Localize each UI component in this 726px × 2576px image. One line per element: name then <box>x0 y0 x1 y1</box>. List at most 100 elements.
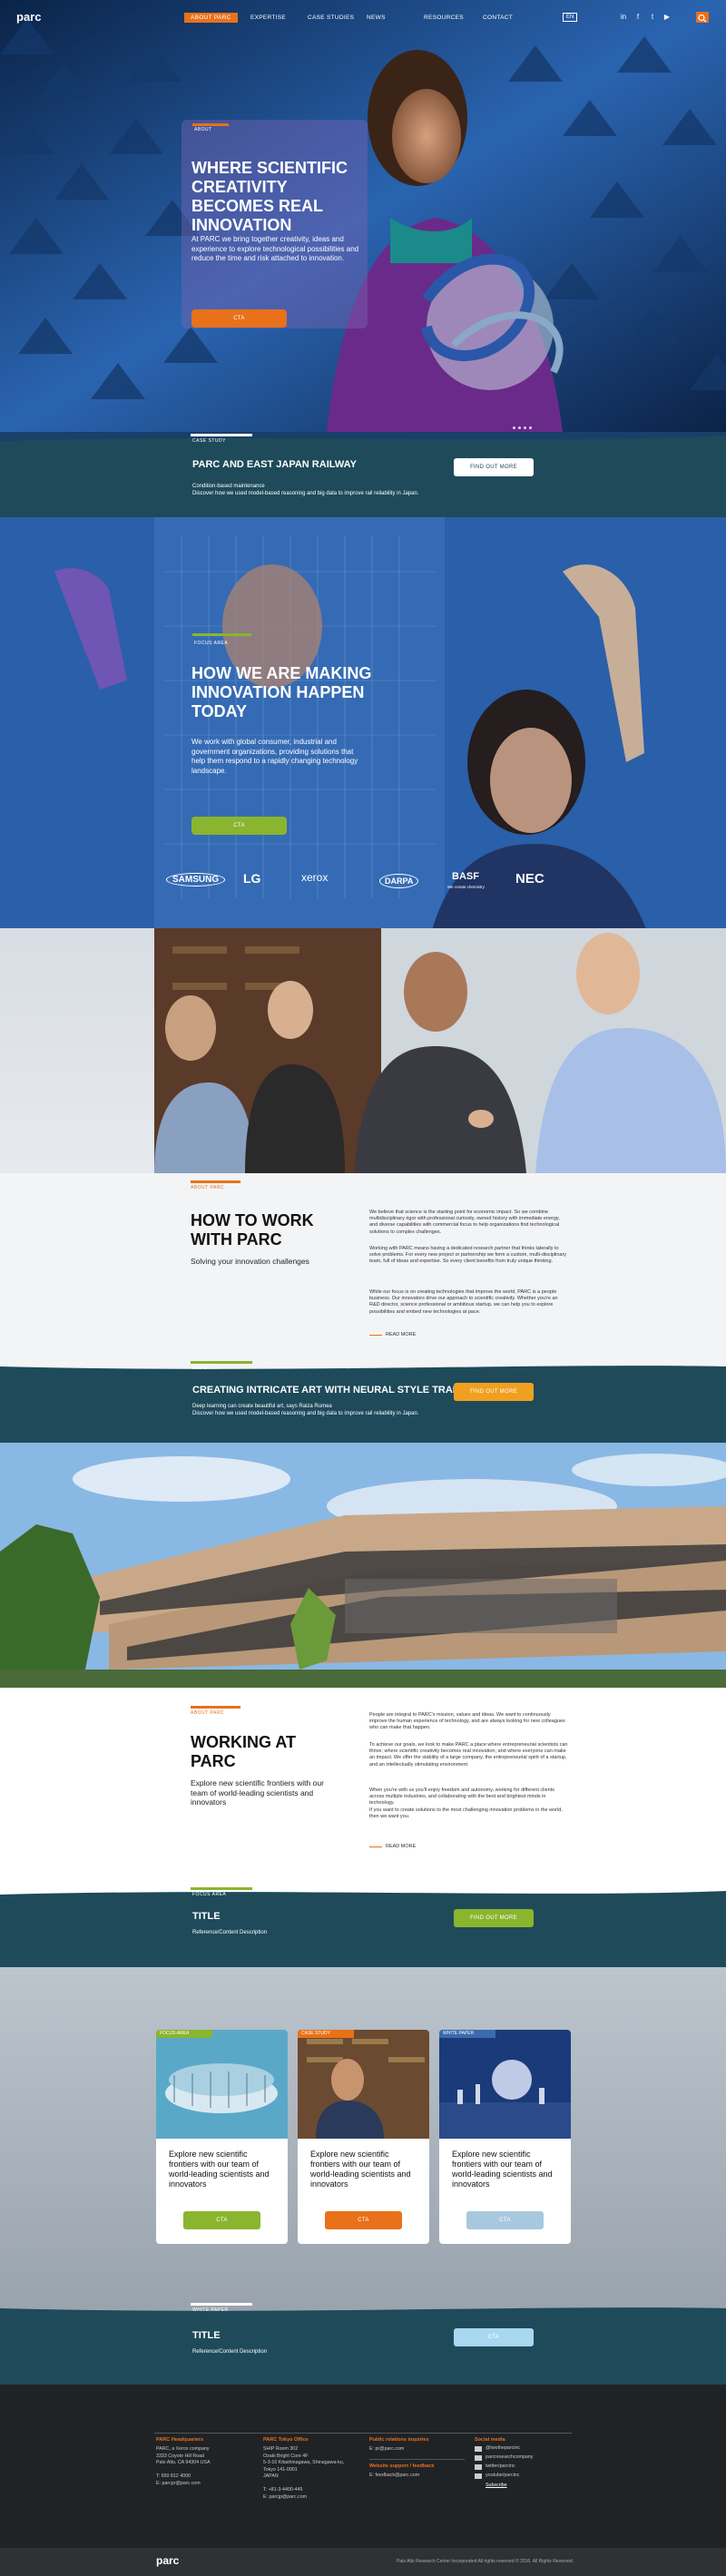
innovation-cta-button[interactable]: CTA <box>191 817 287 835</box>
card-text: Explore new scientific frontiers with ou… <box>310 2150 411 2189</box>
working-at-title: WORKING AT PARC <box>191 1733 296 1770</box>
footer-social-link[interactable]: parcresearchcompany <box>486 2454 533 2462</box>
nav-resources[interactable]: RESOURCES <box>424 15 464 21</box>
wave-divider <box>0 1887 726 1895</box>
working-at-subtitle: Explore new scientific frontiers with ou… <box>191 1778 324 1807</box>
card-image <box>156 2030 288 2139</box>
carousel-dot[interactable] <box>518 426 521 429</box>
carousel-dot[interactable] <box>529 426 532 429</box>
footer-tokyo-line: SHIP Room 302 <box>263 2446 299 2452</box>
content-card[interactable]: WHITE PAPER Explore new scientific front… <box>439 2030 571 2244</box>
language-selector[interactable]: EN <box>563 13 578 22</box>
card-text: Explore new scientific frontiers with ou… <box>452 2150 553 2189</box>
facebook-icon[interactable]: f <box>633 13 643 22</box>
footer-hq-email[interactable]: E: parcpr@parc.com <box>156 2481 201 2488</box>
footer-tokyo-phone: T: +81-3-4400-445 <box>263 2487 303 2493</box>
footer-tokyo-line: 5-3-10 Kitashinagawa, Shinagawa-ku, <box>263 2460 345 2465</box>
card-cta-button[interactable]: CTA <box>325 2211 402 2229</box>
carousel-dot[interactable] <box>513 426 515 429</box>
footer-pr-email[interactable]: E: pr@parc.com <box>369 2446 404 2454</box>
footer-subscribe-link[interactable]: Subscribe <box>486 2483 507 2490</box>
footer-social-link[interactable]: @twotheparcinc <box>486 2445 520 2453</box>
footer-tokyo-line: JAPAN <box>263 2473 279 2479</box>
nav-about[interactable]: ABOUT PARC <box>184 13 238 23</box>
innovation-body: We work with global consumer, industrial… <box>191 738 358 775</box>
hero-carousel-dots[interactable] <box>513 417 535 432</box>
footer-tokyo-heading: PARC Tokyo Office <box>263 2437 309 2443</box>
work-with-read-more-link[interactable]: READ MORE <box>386 1332 416 1337</box>
focus-tag: FOCUS AREA <box>192 1892 227 1897</box>
hero-body: At PARC we bring together creativity, id… <box>191 235 359 262</box>
innovation-tag: FOCUS AREA <box>194 641 229 646</box>
working-at-section: ABOUT PARC WORKING AT PARC Explore new s… <box>0 1688 726 1887</box>
youtube-icon[interactable]: ▶ <box>662 13 672 22</box>
focus-find-out-more-button[interactable]: FIND OUT MORE <box>454 1909 534 1927</box>
blog-line2: Discover how we used model-based reasoni… <box>192 1411 419 1416</box>
nav-news[interactable]: NEWS <box>367 15 386 21</box>
lg-logo: LG <box>243 871 261 886</box>
white-paper-desc: Reference/Content Description <box>192 2349 268 2355</box>
site-header: parc ABOUT PARC EXPERTISE CASE STUDIES N… <box>0 0 726 36</box>
building-illustration <box>0 1443 726 1688</box>
footer-hq-line: Palo Alto, CA 94304 USA <box>156 2460 211 2465</box>
xerox-logo: xerox <box>301 871 329 884</box>
work-with-tag-bar <box>191 1180 240 1183</box>
linkedin-icon[interactable]: in <box>619 13 628 22</box>
content-card[interactable]: CASE STUDY Explore new scientific fronti… <box>298 2030 429 2244</box>
white-paper-cta-button[interactable]: CTA <box>454 2328 534 2346</box>
twitter-icon <box>475 2464 482 2470</box>
card-tag: WHITE PAPER <box>439 2030 495 2038</box>
search-icon[interactable] <box>696 12 709 23</box>
footer-hq-heading: PARC Headquarters <box>156 2437 204 2443</box>
footer-tokyo-line: Tokyo 141-0001 <box>263 2466 298 2473</box>
case-study-line1: Condition-based maintenance <box>192 484 265 489</box>
samsung-logo: SAMSUNG <box>166 873 226 886</box>
wave-divider <box>0 2303 726 2311</box>
hero-cta-button[interactable]: CTA <box>191 309 287 328</box>
wave-divider <box>0 432 726 441</box>
card-tag: CASE STUDY <box>298 2030 354 2038</box>
card-image <box>439 2030 571 2139</box>
wave-divider <box>0 1361 726 1369</box>
footer-tokyo-email[interactable]: E: parcjp@parc.com <box>263 2494 307 2502</box>
team-illustration <box>154 928 726 1173</box>
white-paper-tag-bar <box>191 2303 252 2306</box>
working-at-paragraph-1: People are integral to PARC's mission, v… <box>369 1712 565 1731</box>
innovation-title: HOW WE ARE MAKING INNOVATION HAPPEN TODA… <box>191 664 372 720</box>
footer-social-heading: Social media <box>475 2437 505 2443</box>
hero-tag: ABOUT <box>194 127 212 132</box>
focus-tag-bar <box>191 1887 252 1890</box>
footer-hq-line: 3333 Coyote Hill Road <box>156 2453 204 2459</box>
parc-logo[interactable]: parc <box>16 10 41 24</box>
case-study-find-out-more-button[interactable]: FIND OUT MORE <box>454 458 534 476</box>
twitter-icon[interactable]: t <box>648 13 657 22</box>
white-paper-tag: WHITE PAPER <box>192 2307 229 2313</box>
card-text: Explore new scientific frontiers with ou… <box>169 2150 270 2189</box>
work-with-paragraph-2: Working with PARC means having a dedicat… <box>369 1246 567 1265</box>
card-cta-button[interactable]: CTA <box>466 2211 544 2229</box>
blog-strip: BLOG CREATING INTRICATE ART WITH NEURAL … <box>0 1361 726 1443</box>
card-cta-button[interactable]: CTA <box>183 2211 260 2229</box>
basf-tagline: We create chemistry <box>447 885 485 889</box>
case-study-title: PARC AND EAST JAPAN RAILWAY <box>192 459 357 470</box>
focus-desc: Reference/Content Description <box>192 1930 268 1935</box>
nav-expertise[interactable]: EXPERTISE <box>250 15 286 21</box>
footer-parc-logo[interactable]: parc <box>156 2554 179 2567</box>
content-card[interactable]: FOCUS AREA Explore new scientific fronti… <box>156 2030 288 2244</box>
carousel-dot[interactable] <box>524 426 526 429</box>
working-at-paragraph-3: When you're with us you'll enjoy freedom… <box>369 1788 563 1819</box>
nav-case-studies[interactable]: CASE STUDIES <box>308 15 354 21</box>
blog-find-out-more-button[interactable]: FIND OUT MORE <box>454 1383 534 1401</box>
footer-social-link[interactable]: youtube/parcinc <box>486 2473 519 2480</box>
footer-support-email[interactable]: E: feedback@parc.com <box>369 2473 419 2480</box>
site-footer: PARC Headquarters PARC, a Xerox company … <box>0 2385 726 2576</box>
nav-contact[interactable]: CONTACT <box>483 15 513 21</box>
working-at-tag-bar <box>191 1706 240 1709</box>
facebook-icon <box>475 2455 482 2461</box>
case-study-line2: Discover how we used model-based reasoni… <box>192 491 419 496</box>
footer-social-link[interactable]: twitter/parcinc <box>486 2463 515 2471</box>
blog-tag: BLOG <box>192 1366 207 1371</box>
working-at-read-more-link[interactable]: READ MORE <box>386 1844 416 1849</box>
read-more-arrow-icon <box>369 1846 382 1847</box>
linkedin-icon <box>475 2446 482 2452</box>
